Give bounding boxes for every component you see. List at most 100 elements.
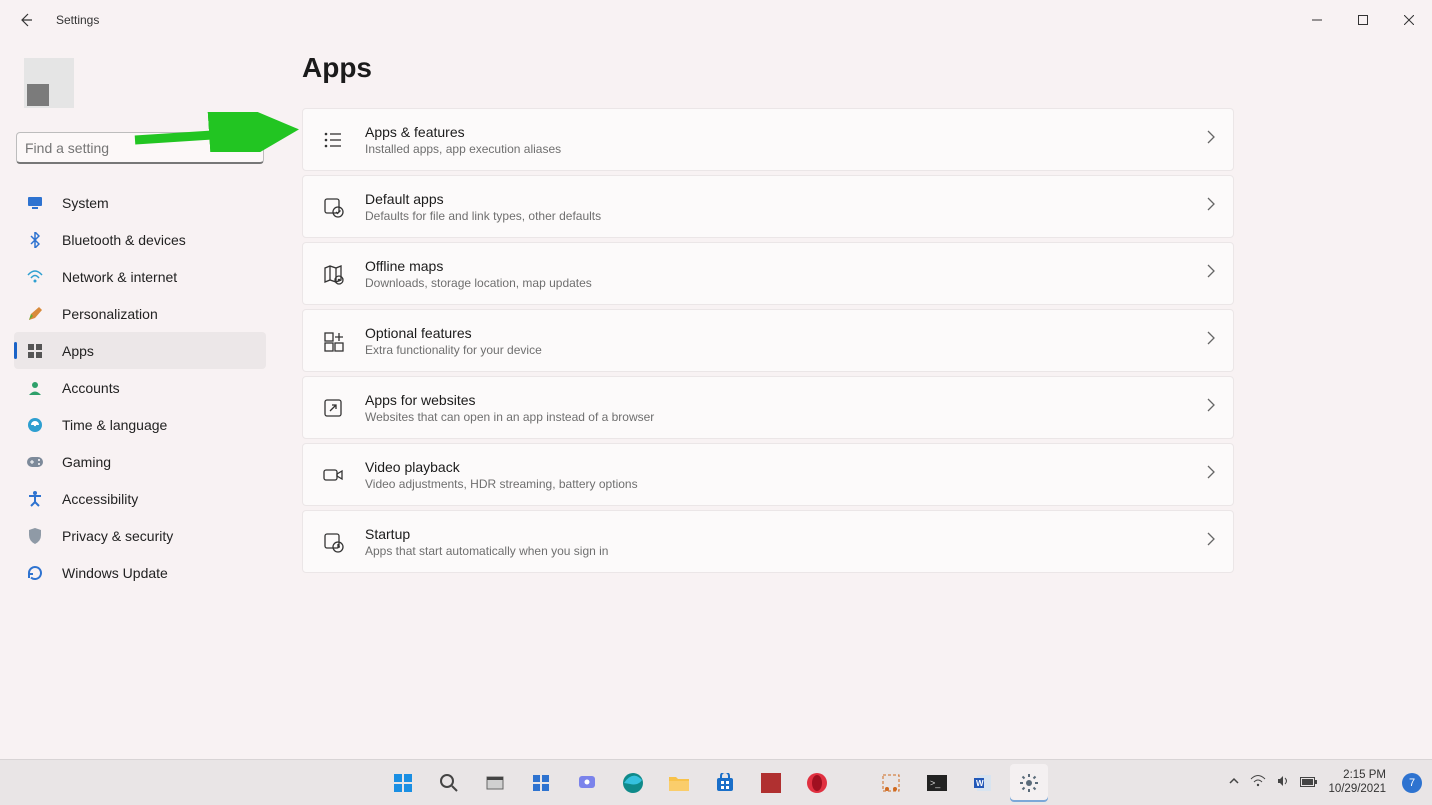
sidebar-item-accounts[interactable]: Accounts [14,369,266,406]
sidebar-item-label: Windows Update [62,565,168,581]
back-arrow-icon [18,12,34,28]
close-button[interactable] [1386,4,1432,36]
notification-badge[interactable]: 7 [1402,773,1422,793]
opera-button[interactable] [798,764,836,802]
sidebar-item-label: Bluetooth & devices [62,232,186,248]
sidebar-item-privacy[interactable]: Privacy & security [14,517,266,554]
optional-icon [321,329,345,353]
sidebar-item-label: Accounts [62,380,120,396]
battery-icon[interactable] [1300,776,1318,790]
apps-icon [26,344,44,358]
card-startup[interactable]: Startup Apps that start automatically wh… [302,510,1234,573]
list-icon [321,128,345,152]
card-list[interactable]: Apps & features Installed apps, app exec… [302,108,1234,171]
sidebar-item-accessibility[interactable]: Accessibility [14,480,266,517]
sidebar-item-bluetooth[interactable]: Bluetooth & devices [14,221,266,258]
sidebar-nav: System Bluetooth & devices Network & inter… [14,184,266,591]
network-icon [26,270,44,284]
bluetooth-icon [26,232,44,248]
sidebar-item-system[interactable]: System [14,184,266,221]
card-subtitle: Defaults for file and link types, other … [365,209,1207,223]
taskbar-time: 2:15 PM [1328,769,1386,783]
store-button[interactable] [706,764,744,802]
card-subtitle: Websites that can open in an app instead… [365,410,1207,424]
sidebar-item-label: Gaming [62,454,111,470]
search-icon [241,138,255,157]
sidebar-item-update[interactable]: Windows Update [14,554,266,591]
terminal-button[interactable]: >_ [918,764,956,802]
privacy-icon [26,528,44,544]
sidebar-item-gaming[interactable]: Gaming [14,443,266,480]
sidebar-item-time[interactable]: Time & language [14,406,266,443]
card-title: Apps & features [365,124,1207,140]
card-title: Optional features [365,325,1207,341]
page-title: Apps [302,52,372,84]
window-title: Settings [56,13,99,27]
sidebar-item-label: Privacy & security [62,528,173,544]
gaming-icon [26,456,44,468]
volume-icon[interactable] [1276,774,1290,791]
search-input[interactable] [25,140,241,156]
card-title: Default apps [365,191,1207,207]
sidebar-item-network[interactable]: Network & internet [14,258,266,295]
card-defaultapp[interactable]: Default apps Defaults for file and link … [302,175,1234,238]
snip-button[interactable] [872,764,910,802]
svg-text:>_: >_ [930,778,941,788]
sidebar-item-apps[interactable]: Apps [14,332,266,369]
taskbar-center: >_ W [384,764,1048,802]
titlebar: Settings [0,0,1432,40]
chevron-right-icon [1207,465,1215,484]
chevron-right-icon [1207,197,1215,216]
card-title: Apps for websites [365,392,1207,408]
file-explorer-button[interactable] [660,764,698,802]
edge-button[interactable] [614,764,652,802]
wifi-icon[interactable] [1250,775,1266,790]
word-button[interactable]: W [964,764,1002,802]
defaultapp-icon [321,195,345,219]
update-icon [26,565,44,581]
card-websites[interactable]: Apps for websites Websites that can open… [302,376,1234,439]
card-subtitle: Apps that start automatically when you s… [365,544,1207,558]
sidebar-item-label: Apps [62,343,94,359]
minimize-icon [1312,15,1322,25]
close-icon [1404,15,1414,25]
chevron-right-icon [1207,398,1215,417]
card-subtitle: Installed apps, app execution aliases [365,142,1207,156]
personalization-icon [26,306,44,322]
search-box[interactable] [16,132,264,164]
settings-button[interactable] [1010,764,1048,802]
widgets-button[interactable] [522,764,560,802]
taskbar-clock[interactable]: 2:15 PM 10/29/2021 [1328,769,1386,797]
user-profile[interactable] [24,58,74,108]
card-subtitle: Downloads, storage location, map updates [365,276,1207,290]
system-icon [26,196,44,210]
video-icon [321,463,345,487]
card-optional[interactable]: Optional features Extra functionality fo… [302,309,1234,372]
taskbar: >_ W 2:15 PM 10/29/2021 7 [0,759,1432,805]
taskbar-date: 10/29/2021 [1328,783,1386,797]
settings-cards: Apps & features Installed apps, app exec… [302,108,1234,573]
back-button[interactable] [14,8,38,32]
minimize-button[interactable] [1294,4,1340,36]
app-button-1[interactable] [752,764,790,802]
tray-chevron-icon[interactable] [1228,775,1240,790]
chevron-right-icon [1207,264,1215,283]
card-subtitle: Extra functionality for your device [365,343,1207,357]
maximize-button[interactable] [1340,4,1386,36]
task-view-button[interactable] [476,764,514,802]
accounts-icon [26,381,44,395]
card-title: Startup [365,526,1207,542]
chevron-right-icon [1207,532,1215,551]
startup-icon [321,530,345,554]
card-video[interactable]: Video playback Video adjustments, HDR st… [302,443,1234,506]
sidebar-item-label: Accessibility [62,491,138,507]
search-button[interactable] [430,764,468,802]
card-map[interactable]: Offline maps Downloads, storage location… [302,242,1234,305]
start-button[interactable] [384,764,422,802]
sidebar-item-label: System [62,195,109,211]
sidebar-item-personalization[interactable]: Personalization [14,295,266,332]
time-icon [26,417,44,433]
chat-button[interactable] [568,764,606,802]
sidebar-item-label: Personalization [62,306,158,322]
chevron-right-icon [1207,331,1215,350]
